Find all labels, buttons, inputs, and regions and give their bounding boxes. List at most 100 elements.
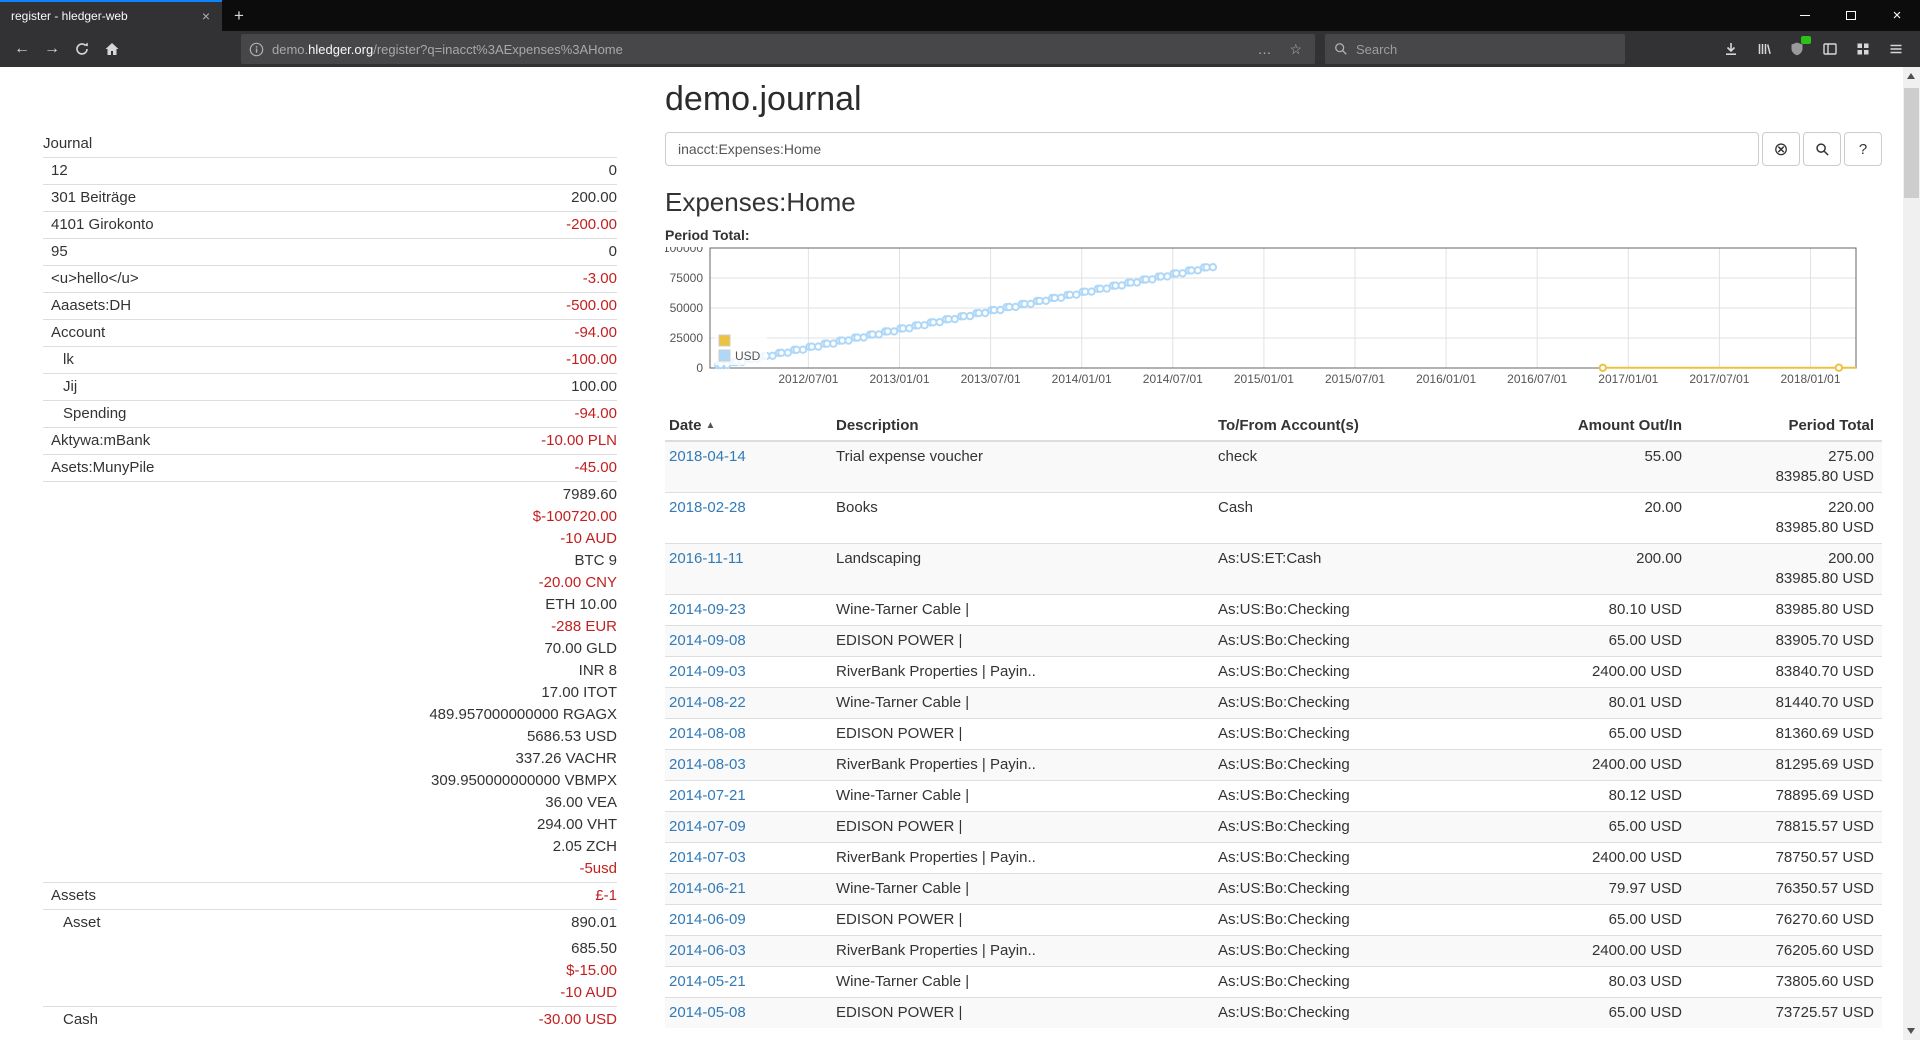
back-button[interactable]: ← [7, 34, 37, 64]
svg-text:2018/01/01: 2018/01/01 [1780, 372, 1840, 386]
vertical-scrollbar[interactable] [1903, 67, 1920, 1040]
chart-svg[interactable]: 2012/07/012013/01/012013/07/012014/01/01… [665, 247, 1882, 389]
register-date-link[interactable]: 2014-09-23 [669, 601, 746, 618]
url-bar[interactable]: demo.hledger.org/register?q=inacct%3AExp… [241, 34, 1315, 64]
account-link[interactable]: Aktywa:mBank [43, 430, 150, 452]
register-date-link[interactable]: 2014-08-08 [669, 725, 746, 742]
account-link[interactable]: Jij [43, 376, 77, 398]
account-link[interactable]: Cash [43, 1009, 98, 1031]
sidebar-account-row: Asset890.01 [43, 909, 617, 936]
account-link[interactable]: Asets:MunyPile [43, 457, 154, 479]
register-row: 2014-05-08EDISON POWER |As:US:Bo:Checkin… [665, 998, 1882, 1029]
account-link[interactable]: 4101 Girokonto [43, 214, 154, 236]
extension-button[interactable] [1782, 34, 1812, 64]
forward-button[interactable]: → [37, 34, 67, 64]
library-button[interactable] [1749, 34, 1779, 64]
query-input[interactable] [665, 132, 1759, 166]
register-date-link[interactable]: 2014-09-03 [669, 663, 746, 680]
scroll-down-icon[interactable] [1907, 1028, 1915, 1034]
register-amount: 20.00 [1500, 493, 1690, 544]
sidebars-button[interactable] [1815, 34, 1845, 64]
register-date-link[interactable]: 2014-08-03 [669, 756, 746, 773]
register-amount: 2400.00 USD [1500, 750, 1690, 781]
search-button[interactable] [1803, 132, 1841, 166]
scroll-up-icon[interactable] [1907, 73, 1915, 79]
window-minimize-button[interactable] [1782, 0, 1828, 31]
sort-asc-icon: ▲ [706, 420, 716, 431]
account-link[interactable]: 95 [43, 241, 68, 263]
account-link[interactable]: Account [43, 322, 105, 344]
register-date-link[interactable]: 2018-02-28 [669, 499, 746, 516]
register-account: As:US:Bo:Checking [1210, 967, 1500, 998]
register-amount: 80.12 USD [1500, 781, 1690, 812]
account-link[interactable]: Spending [43, 403, 126, 425]
svg-text:2015/01/01: 2015/01/01 [1234, 372, 1294, 386]
svg-text:25000: 25000 [670, 331, 704, 345]
column-header-date[interactable]: Date▲ [665, 411, 828, 441]
site-info-icon[interactable] [249, 42, 264, 57]
register-date-link[interactable]: 2014-09-08 [669, 632, 746, 649]
apps-button[interactable] [1848, 34, 1878, 64]
account-link[interactable]: Aaasets:DH [43, 295, 131, 317]
account-link[interactable]: Assets [43, 885, 96, 907]
svg-text:100000: 100000 [665, 247, 703, 255]
tab-close-icon[interactable]: × [198, 8, 214, 24]
home-button[interactable] [97, 34, 127, 64]
register-period-total: 83840.70 USD [1690, 657, 1882, 688]
register-date-link[interactable]: 2014-07-03 [669, 849, 746, 866]
register-date-link[interactable]: 2014-07-09 [669, 818, 746, 835]
register-date-link[interactable]: 2018-04-14 [669, 448, 746, 465]
help-icon: ? [1859, 141, 1867, 158]
register-date-link[interactable]: 2014-08-22 [669, 694, 746, 711]
scrollbar-thumb[interactable] [1904, 88, 1919, 198]
clear-query-button[interactable]: ⊗ [1762, 132, 1800, 166]
download-icon [1723, 41, 1739, 57]
downloads-button[interactable] [1716, 34, 1746, 64]
reload-button[interactable] [67, 34, 97, 64]
register-row: 2014-06-03RiverBank Properties | Payin..… [665, 936, 1882, 967]
library-icon [1756, 41, 1772, 57]
register-period-total: 81360.69 USD [1690, 719, 1882, 750]
register-period-total: 81295.69 USD [1690, 750, 1882, 781]
register-date-link[interactable]: 2014-06-03 [669, 942, 746, 959]
register-description: EDISON POWER | [828, 626, 1210, 657]
sidebar-journal-link[interactable]: Journal [43, 131, 617, 157]
help-button[interactable]: ? [1844, 132, 1882, 166]
accounts-sidebar: Journal 120301 Beiträge200.004101 Giroko… [0, 67, 620, 1040]
account-balance: 100.00 [571, 376, 617, 398]
register-account: As:US:Bo:Checking [1210, 595, 1500, 626]
register-date-link[interactable]: 2014-06-09 [669, 911, 746, 928]
account-link[interactable]: <u>hello</u> [43, 268, 139, 290]
account-heading: Expenses:Home [665, 187, 1882, 217]
register-description: Trial expense voucher [828, 441, 1210, 493]
register-date-link[interactable]: 2014-05-08 [669, 1004, 746, 1021]
register-date-link[interactable]: 2014-07-21 [669, 787, 746, 804]
window-close-button[interactable]: × [1874, 0, 1920, 31]
page-actions-icon[interactable]: … [1252, 41, 1276, 57]
register-chart[interactable]: 2012/07/012013/01/012013/07/012014/01/01… [665, 247, 1882, 389]
column-header-to-from-account-s-: To/From Account(s) [1210, 411, 1500, 441]
menu-button[interactable] [1881, 34, 1911, 64]
extension-badge [1801, 36, 1811, 44]
account-link[interactable]: Asset [43, 912, 101, 934]
account-link[interactable]: 12 [43, 160, 68, 182]
window-maximize-button[interactable] [1828, 0, 1874, 31]
browser-search-bar[interactable]: Search [1325, 34, 1625, 64]
register-period-total: 220.0083985.80 USD [1690, 493, 1882, 544]
account-link[interactable]: lk [43, 349, 74, 371]
register-row: 2014-08-08EDISON POWER |As:US:Bo:Checkin… [665, 719, 1882, 750]
register-account: As:US:Bo:Checking [1210, 874, 1500, 905]
register-date-link[interactable]: 2014-05-21 [669, 973, 746, 990]
register-account: As:US:Bo:Checking [1210, 719, 1500, 750]
sidebar-account-row: 301 Beiträge200.00 [43, 184, 617, 211]
register-date-link[interactable]: 2014-06-21 [669, 880, 746, 897]
browser-tab[interactable]: register - hledger-web × [0, 0, 222, 31]
register-description: Wine-Tarner Cable | [828, 595, 1210, 626]
sidebar-account-row: lk-100.00 [43, 346, 617, 373]
new-tab-button[interactable]: + [222, 0, 256, 31]
bookmark-star-icon[interactable]: ☆ [1284, 41, 1307, 58]
register-amount: 79.97 USD [1500, 874, 1690, 905]
register-date-link[interactable]: 2016-11-11 [669, 550, 744, 567]
register-amount: 65.00 USD [1500, 905, 1690, 936]
account-link[interactable]: 301 Beiträge [43, 187, 136, 209]
